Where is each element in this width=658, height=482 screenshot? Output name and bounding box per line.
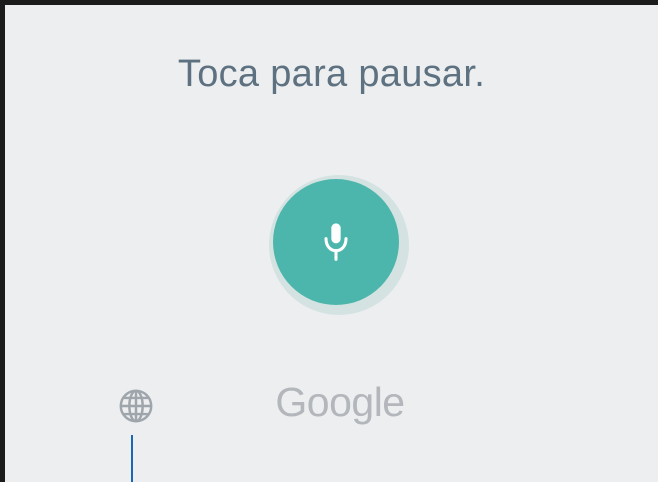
- voice-status-prompt: Toca para pausar.: [177, 53, 486, 95]
- microphone-icon: [324, 223, 348, 261]
- indicator-line: [131, 435, 133, 482]
- mic-button[interactable]: [273, 179, 399, 305]
- language-button[interactable]: [115, 385, 157, 427]
- globe-icon: [119, 389, 153, 423]
- voice-input-panel: Toca para pausar. Google: [0, 0, 658, 482]
- google-logo: Google: [275, 379, 405, 425]
